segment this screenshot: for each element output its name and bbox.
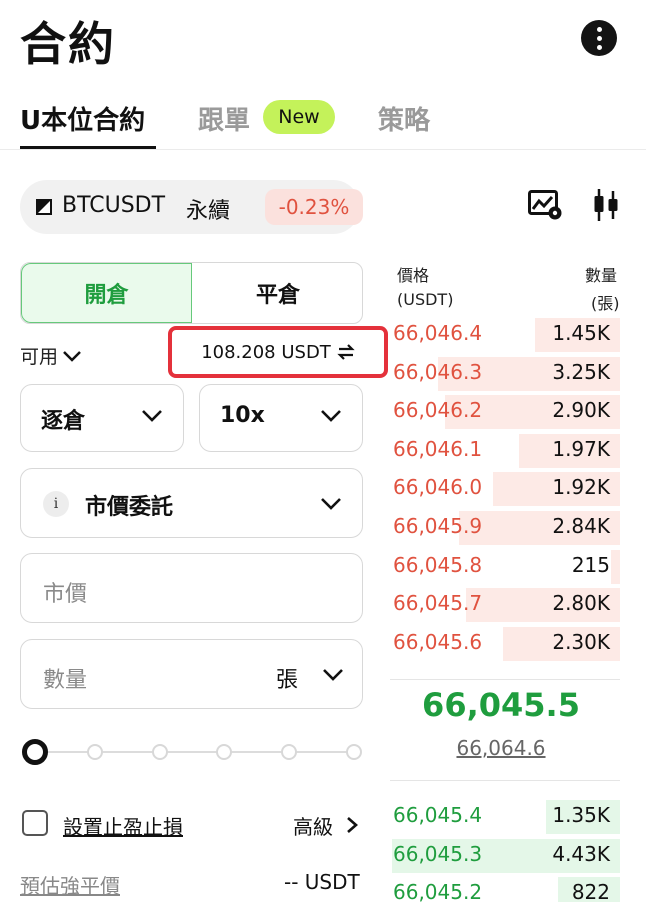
chevron-down-icon [321, 498, 341, 510]
ask-quantity: 215 [571, 552, 610, 577]
more-dots-icon [596, 26, 602, 32]
ask-quantity: 1.92K [552, 475, 610, 500]
symbol-selector[interactable]: BTCUSDT 永續 -0.23% [20, 180, 363, 234]
ask-row[interactable]: 66,045.7 2.80K [390, 588, 620, 623]
bid-price: 66,045.4 [393, 803, 483, 827]
orderbook-divider [390, 780, 620, 781]
price-input[interactable]: 市價 [20, 553, 363, 623]
tab-usdt-futures[interactable]: U本位合約 [20, 100, 145, 137]
orderbook-qty-header: 數量 [585, 266, 618, 285]
liquidation-price-label[interactable]: 預估強平價 [20, 870, 120, 899]
slider-step-50[interactable] [152, 744, 168, 760]
chevron-right-icon[interactable] [346, 816, 358, 834]
more-options-button[interactable] [581, 20, 617, 56]
bid-price: 66,045.3 [393, 841, 483, 866]
order-type-value: 市價委託 [85, 495, 174, 520]
ask-row[interactable]: 66,045.8 215 [390, 549, 620, 584]
price-placeholder: 市價 [43, 582, 88, 607]
info-icon[interactable]: i [43, 491, 69, 517]
ask-price: 66,046.4 [393, 321, 483, 345]
symbol-icon [36, 199, 52, 215]
liquidation-price-value: -- USDT [284, 870, 360, 894]
orderbook-divider [390, 679, 620, 680]
quantity-unit-select[interactable]: 張 [276, 662, 298, 694]
ask-price: 66,045.7 [393, 591, 483, 616]
bid-quantity: 4.43K [552, 841, 610, 866]
chevron-down-icon [63, 350, 81, 362]
order-type-select[interactable]: i 市價委託 [20, 468, 363, 538]
margin-mode-select[interactable]: 逐倉 [20, 384, 184, 452]
ask-quantity: 2.30K [552, 629, 610, 654]
available-balance-value: 108.208 USDT [201, 341, 331, 363]
ask-price: 66,046.1 [393, 436, 483, 461]
ask-row[interactable]: 66,045.6 2.30K [390, 626, 620, 661]
slider-handle[interactable] [22, 739, 48, 765]
bid-quantity: 822 [571, 880, 610, 902]
ask-quantity: 1.45K [552, 321, 610, 345]
quantity-placeholder: 數量 [43, 668, 88, 693]
new-badge: New [263, 100, 335, 134]
available-balance[interactable]: 108.208 USDT [168, 326, 388, 378]
ask-price: 66,046.0 [393, 475, 483, 500]
tpsl-label[interactable]: 設置止盈止損 [63, 811, 183, 840]
symbol-name: BTCUSDT [62, 193, 166, 218]
ask-price: 66,045.8 [393, 552, 483, 577]
slider-step-90[interactable] [281, 744, 297, 760]
tab-copy-trading[interactable]: 跟單 [198, 100, 250, 137]
ask-row[interactable]: 66,046.3 3.25K [390, 356, 620, 391]
ask-quantity: 3.25K [552, 359, 610, 384]
slider-step-75[interactable] [216, 744, 232, 760]
quantity-input[interactable]: 數量 張 [20, 639, 363, 709]
leverage-value: 10x [220, 403, 265, 428]
tab-strategy[interactable]: 策略 [378, 100, 430, 137]
slider-step-25[interactable] [87, 744, 103, 760]
orderbook-qty-unit: (張) [591, 294, 620, 313]
margin-mode-value: 逐倉 [41, 409, 86, 434]
chart-icon[interactable] [528, 190, 562, 220]
ask-row[interactable]: 66,046.0 1.92K [390, 472, 620, 507]
available-label: 可用 [20, 346, 59, 368]
leverage-select[interactable]: 10x [199, 384, 363, 452]
quantity-slider-track[interactable] [36, 751, 354, 753]
chevron-down-icon [142, 410, 162, 422]
chevron-down-icon [321, 410, 341, 422]
bid-price: 66,045.2 [393, 880, 483, 902]
bid-row[interactable]: 66,045.3 4.43K [390, 838, 620, 873]
tpsl-checkbox[interactable] [22, 810, 48, 836]
ask-row[interactable]: 66,046.4 1.45K [390, 318, 620, 352]
active-tab-indicator [20, 146, 156, 149]
page-title: 合約 [20, 17, 116, 71]
orderbook-price-unit: (USDT) [397, 290, 454, 309]
bid-row[interactable]: 66,045.2 822 [390, 877, 620, 902]
transfer-icon [337, 344, 355, 360]
ask-quantity: 2.80K [552, 591, 610, 616]
ask-depth-bar [611, 549, 620, 584]
open-close-toggle: 開倉 平倉 [20, 262, 363, 324]
ask-row[interactable]: 66,046.2 2.90K [390, 395, 620, 430]
ask-quantity: 2.90K [552, 398, 610, 423]
bid-quantity: 1.35K [552, 803, 610, 827]
available-dropdown[interactable]: 可用 [20, 342, 82, 369]
ask-quantity: 2.84K [552, 514, 610, 538]
last-price[interactable]: 66,045.5 [390, 686, 612, 724]
ask-price: 66,045.6 [393, 629, 483, 654]
ask-row[interactable]: 66,046.1 1.97K [390, 433, 620, 468]
candlestick-icon[interactable] [592, 188, 620, 222]
ask-quantity: 1.97K [552, 436, 610, 461]
orderbook-price-header: 價格 [397, 266, 430, 285]
ask-price: 66,045.9 [393, 514, 483, 538]
mark-price[interactable]: 66,064.6 [390, 736, 612, 760]
bid-row[interactable]: 66,045.4 1.35K [390, 800, 620, 834]
close-position-tab[interactable]: 平倉 [192, 263, 362, 323]
symbol-type: 永續 [186, 199, 231, 224]
advanced-button[interactable]: 高級 [293, 811, 333, 840]
open-position-tab[interactable]: 開倉 [21, 263, 192, 323]
ask-price: 66,046.3 [393, 359, 483, 384]
chevron-down-icon[interactable] [322, 668, 344, 682]
ask-price: 66,046.2 [393, 398, 483, 423]
slider-step-100[interactable] [346, 744, 362, 760]
price-change-badge: -0.23% [265, 189, 363, 225]
ask-row[interactable]: 66,045.9 2.84K [390, 511, 620, 545]
